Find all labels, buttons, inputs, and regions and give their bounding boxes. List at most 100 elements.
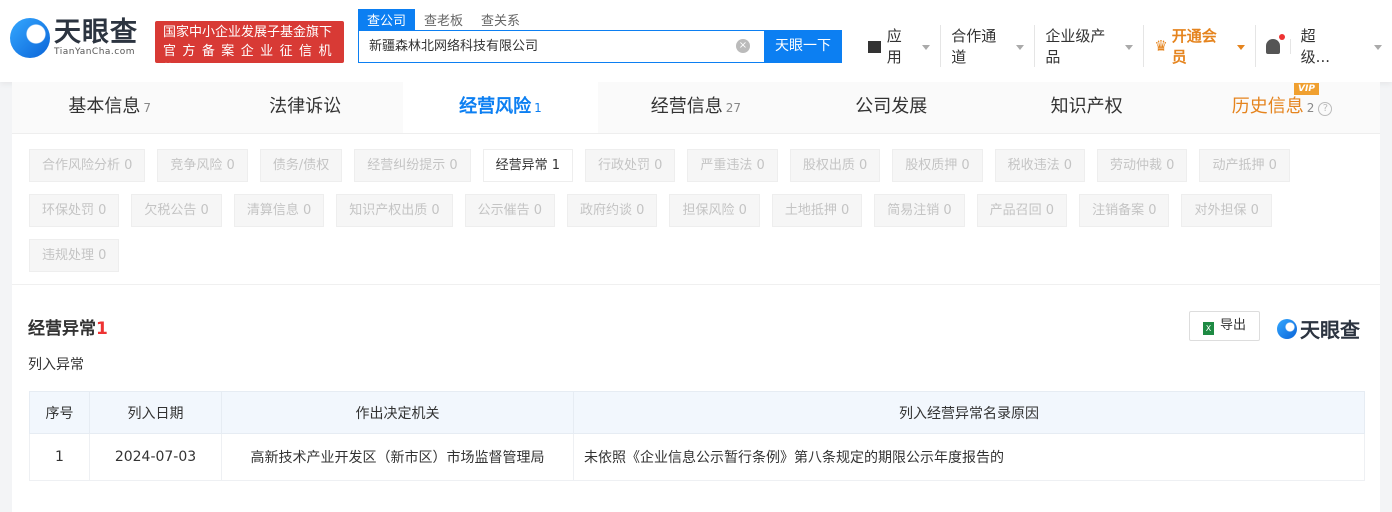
tab-label: 基本信息	[68, 96, 141, 117]
filter-chip[interactable]: 知识产权出质 0	[336, 194, 453, 227]
notifications-button[interactable]	[1256, 33, 1291, 54]
bell-icon	[1265, 33, 1285, 54]
filter-chip[interactable]: 劳动仲裁 0	[1097, 149, 1188, 182]
excel-icon: X	[1202, 322, 1214, 335]
section-subtitle: 列入异常	[28, 357, 84, 373]
table-header-row: 序号 列入日期 作出决定机关 列入经营异常名录原因	[29, 391, 1365, 434]
filter-chip[interactable]: 动产抵押 0	[1199, 149, 1290, 182]
filter-chip[interactable]: 产品召回 0	[976, 194, 1068, 227]
filter-chip[interactable]: 竞争风险 0	[157, 149, 248, 182]
clear-icon[interactable]: ×	[736, 39, 750, 53]
tab-search-boss[interactable]: 查老板	[415, 9, 472, 30]
badge-line1: 国家中小企业发展子基金旗下	[163, 25, 333, 40]
search-button[interactable]: 天眼一下	[764, 30, 842, 63]
cell-date: 2024-07-03	[89, 433, 222, 481]
top-header: 天眼查 TianYanCha.com 国家中小企业发展子基金旗下 官方备案企业征…	[0, 0, 1392, 82]
filter-chip[interactable]: 简易注销 0	[874, 194, 965, 227]
col-authority: 作出决定机关	[221, 391, 574, 434]
filter-chip[interactable]: 税收违法 0	[994, 149, 1086, 182]
vip-badge: VIP	[1294, 83, 1319, 95]
tab-search-relation[interactable]: 查关系	[472, 9, 529, 30]
apps-grid-icon	[868, 39, 881, 53]
tab-history[interactable]: 历史信息 2?	[1184, 82, 1379, 133]
tab-legal[interactable]: 法律诉讼	[207, 82, 402, 133]
nav-partner[interactable]: 合作通道	[941, 25, 1036, 67]
filter-chip[interactable]: 经营纠纷提示 0	[354, 149, 471, 182]
chevron-down-icon	[922, 44, 931, 54]
brand-logo: 天眼查	[1277, 314, 1360, 343]
help-icon[interactable]: ?	[1318, 102, 1333, 116]
export-button[interactable]: X 导出	[1189, 311, 1260, 341]
filter-chip[interactable]: 合作风险分析 0	[29, 149, 146, 182]
filter-chip[interactable]: 严重违法 0	[687, 149, 778, 182]
tab-label: 知识产权	[1050, 96, 1123, 117]
nav-apps-label: 应用	[886, 27, 902, 66]
filter-chip[interactable]: 股权质押 0	[892, 149, 983, 182]
tab-label: 经营信息	[650, 96, 723, 117]
main-content: 基本信息 7 法律诉讼 经营风险 1 经营信息 27 公司发展 知识产权 历史信息 2?…	[12, 82, 1380, 512]
tab-label: 公司发展	[855, 96, 928, 117]
tab-label: 历史信息	[1231, 96, 1304, 117]
tab-operating-info[interactable]: 经营信息 27	[598, 82, 793, 133]
section-count: 1	[96, 319, 108, 339]
nav-enterprise-label: 企业级产品	[1045, 27, 1106, 66]
filter-chip[interactable]: 清算信息 0	[233, 194, 325, 227]
risk-filter-chips: 合作风险分析 0 竞争风险 0 债务/债权 经营纠纷提示 0 经营异常 1 行政处罚 0 严…	[29, 149, 1369, 272]
nav-partner-label: 合作通道	[951, 27, 997, 66]
chevron-down-icon	[1125, 44, 1134, 54]
filter-chip[interactable]: 行政处罚 0	[585, 149, 676, 182]
chevron-down-icon	[1236, 44, 1245, 54]
tianyancha-logo[interactable]: 天眼查 TianYanCha.com	[10, 18, 138, 58]
top-nav: 应用 合作通道 企业级产品 ♛ 开通会员 超级...	[858, 25, 1392, 67]
nav-apps[interactable]: 应用	[858, 25, 942, 67]
section-title: 经营异常1	[28, 314, 108, 339]
search-type-tabs: 查公司 查老板 查关系	[358, 9, 529, 30]
tab-count: 7	[143, 101, 152, 115]
filter-chip[interactable]: 欠税公告 0	[131, 194, 222, 227]
cell-reason: 未依照《企业信息公示暂行条例》第八条规定的期限公示年度报告的	[573, 433, 1365, 481]
tab-label: 经营风险	[459, 96, 532, 117]
filter-chip[interactable]: 环保处罚 0	[29, 194, 120, 227]
badge-line2: 官方备案企业征信机构	[163, 44, 336, 78]
section-title-text: 经营异常	[28, 319, 96, 339]
filter-chip[interactable]: 违规处理 0	[29, 239, 120, 272]
logo-text: 天眼查	[54, 17, 138, 48]
search-value: 新疆森林北网络科技有限公司	[369, 39, 539, 54]
tab-count: 1	[534, 101, 542, 115]
nav-vip[interactable]: ♛ 开通会员	[1144, 25, 1256, 67]
tab-operating-risk[interactable]: 经营风险 1	[402, 82, 599, 133]
brand-text: 天眼查	[1300, 318, 1360, 342]
chevron-down-icon	[1016, 44, 1025, 54]
nav-enterprise[interactable]: 企业级产品	[1035, 25, 1145, 67]
user-name: 超级...	[1300, 27, 1330, 66]
tab-label: 法律诉讼	[269, 96, 342, 117]
filter-chip[interactable]: 对外担保 0	[1181, 194, 1272, 227]
filter-chip[interactable]: 债务/债权	[259, 149, 343, 182]
crown-icon: ♛	[1154, 37, 1168, 55]
filter-chip[interactable]: 公示催告 0	[464, 194, 556, 227]
logo-domain: TianYanCha.com	[54, 47, 136, 57]
filter-chip[interactable]: 土地抵押 0	[771, 194, 863, 227]
tab-company-development[interactable]: 公司发展	[794, 82, 989, 133]
cell-index: 1	[29, 433, 90, 481]
export-label: 导出	[1219, 318, 1246, 333]
search-input[interactable]: 新疆森林北网络科技有限公司 ×	[358, 30, 764, 63]
cell-authority: 高新技术产业开发区（新市区）市场监督管理局	[221, 433, 574, 481]
logo-icon	[10, 18, 50, 58]
abnormal-operation-table: 序号 列入日期 作出决定机关 列入经营异常名录原因 1 2024-07-03 高…	[29, 391, 1365, 481]
filter-chip[interactable]: 股权出质 0	[789, 149, 881, 182]
user-menu[interactable]: 超级...	[1291, 25, 1392, 67]
category-tabs: 基本信息 7 法律诉讼 经营风险 1 经营信息 27 公司发展 知识产权 历史信息 2?	[12, 82, 1380, 134]
divider	[12, 284, 1380, 285]
table-row: 1 2024-07-03 高新技术产业开发区（新市区）市场监督管理局 未依照《企…	[29, 433, 1365, 481]
filter-chip[interactable]: 政府约谈 0	[567, 194, 658, 227]
col-reason: 列入经营异常名录原因	[573, 391, 1365, 434]
logo-icon	[1277, 318, 1297, 339]
filter-chip[interactable]: 经营异常 1	[482, 149, 574, 182]
tab-basic-info[interactable]: 基本信息 7	[12, 82, 207, 133]
tab-ip[interactable]: 知识产权	[989, 82, 1184, 133]
tab-search-company[interactable]: 查公司	[358, 9, 416, 30]
filter-chip[interactable]: 注销备案 0	[1079, 194, 1170, 227]
official-badge: 国家中小企业发展子基金旗下 官方备案企业征信机构	[155, 21, 344, 78]
filter-chip[interactable]: 担保风险 0	[669, 194, 760, 227]
